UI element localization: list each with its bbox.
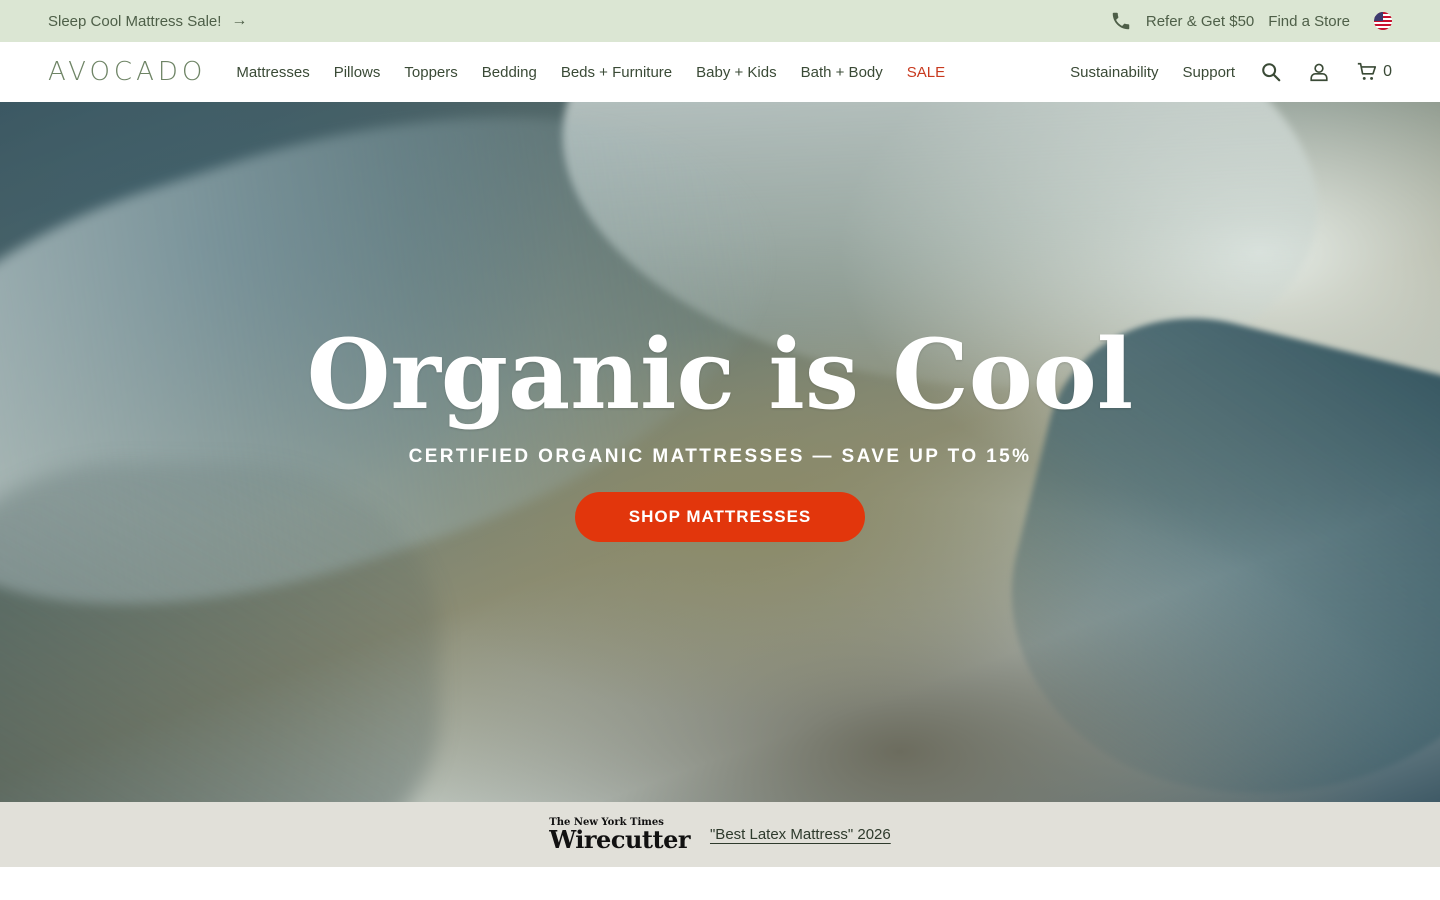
promo-actions: Refer & Get $50 Find a Store [1110, 10, 1392, 32]
press-quote-link[interactable]: "Best Latex Mattress" 2026 [710, 826, 891, 843]
arrow-right-icon: → [231, 12, 248, 29]
wirecutter-label: Wirecutter [549, 824, 690, 854]
press-bar: The New York Times Wirecutter "Best Late… [0, 802, 1440, 867]
hero-title: Organic is Cool [306, 318, 1134, 431]
hero-content: Organic is Cool CERTIFIED ORGANIC MATTRE… [0, 322, 1440, 542]
wirecutter-logo: The New York Times Wirecutter [549, 817, 690, 854]
promo-text: Sleep Cool Mattress Sale! [48, 12, 222, 30]
shop-mattresses-button[interactable]: SHOP MATTRESSES [575, 491, 865, 542]
nav-links: Mattresses Pillows Toppers Bedding Beds … [236, 64, 945, 81]
us-flag-icon[interactable] [1374, 12, 1392, 30]
nav-item-bath-body[interactable]: Bath + Body [801, 64, 883, 81]
phone-icon[interactable] [1110, 10, 1132, 32]
promo-bar: Sleep Cool Mattress Sale! → Refer & Get … [0, 0, 1440, 42]
nav-item-bedding[interactable]: Bedding [482, 64, 537, 81]
refer-link[interactable]: Refer & Get $50 [1146, 13, 1254, 30]
promo-link[interactable]: Sleep Cool Mattress Sale! → [48, 12, 247, 30]
nav-item-support[interactable]: Support [1183, 64, 1236, 81]
nav-item-pillows[interactable]: Pillows [334, 64, 381, 81]
nav-item-sustainability[interactable]: Sustainability [1070, 64, 1158, 81]
hero-subtitle: CERTIFIED ORGANIC MATTRESSES — SAVE UP T… [408, 445, 1032, 467]
main-nav: AVOCADO Mattresses Pillows Toppers Beddi… [0, 42, 1440, 102]
nav-item-sale[interactable]: SALE [907, 64, 945, 81]
hero-banner: Organic is Cool CERTIFIED ORGANIC MATTRE… [0, 102, 1440, 802]
user-icon[interactable] [1307, 60, 1331, 84]
nav-item-baby-kids[interactable]: Baby + Kids [696, 64, 776, 81]
nav-item-toppers[interactable]: Toppers [404, 64, 457, 81]
search-icon[interactable] [1259, 60, 1283, 84]
cart-icon [1355, 60, 1379, 84]
nav-right: Sustainability Support 0 [1070, 60, 1392, 84]
logo[interactable]: AVOCADO [48, 57, 206, 87]
page-bottom [0, 867, 1440, 900]
nav-item-mattresses[interactable]: Mattresses [236, 64, 309, 81]
cart-button[interactable]: 0 [1355, 60, 1392, 84]
cart-count: 0 [1383, 63, 1392, 80]
nav-item-beds-furniture[interactable]: Beds + Furniture [561, 64, 672, 81]
find-store-link[interactable]: Find a Store [1268, 13, 1350, 30]
